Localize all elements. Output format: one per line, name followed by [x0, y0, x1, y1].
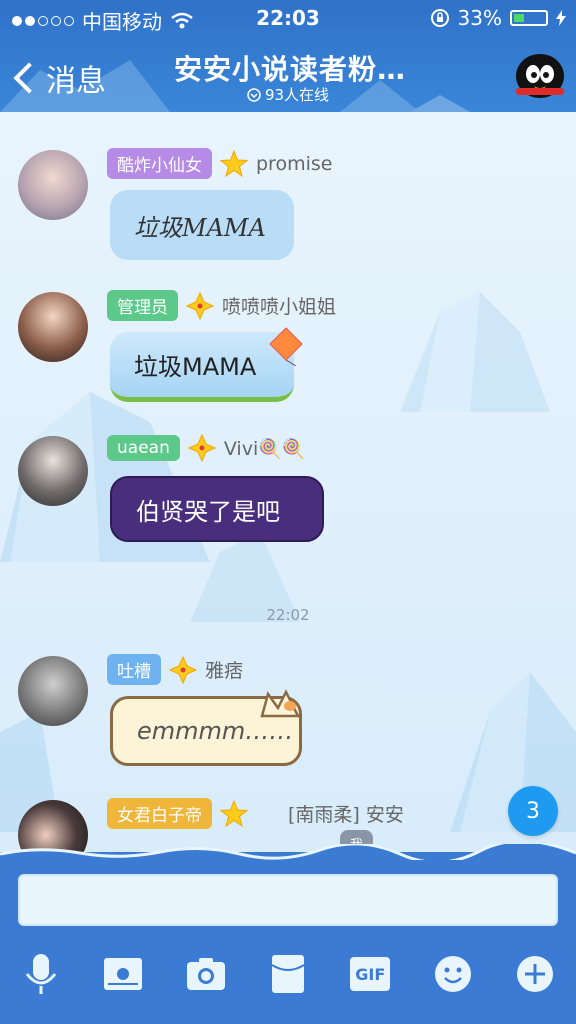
message-text: 伯贤哭了是吧 [136, 497, 280, 526]
avatar[interactable] [18, 656, 88, 726]
group-profile-penguin-icon[interactable] [512, 50, 568, 102]
gif-icon: GIF [350, 957, 391, 991]
status-bar: 中国移动 22:03 33% [0, 6, 576, 34]
battery-percent: 33% [457, 6, 502, 30]
member-title-badge: 酷炸小仙女 [107, 148, 212, 179]
message-input[interactable] [18, 874, 558, 926]
message-item: 吐槽 雅痞 emmmm…… [0, 654, 576, 784]
message-bubble[interactable]: 垃圾MAMA [110, 190, 294, 260]
sender-name[interactable]: promise [256, 153, 332, 175]
message-meta: 吐槽 雅痞 [107, 654, 243, 685]
star-level-icon [220, 799, 248, 827]
rotation-lock-icon [430, 9, 449, 27]
message-meta: uaean Vivi🍭🍭 [107, 434, 306, 462]
input-panel: GIF [0, 844, 576, 1024]
sender-name[interactable]: Vivi🍭🍭 [224, 437, 306, 460]
diamond-level-icon [169, 655, 197, 684]
message-text: 垃圾MAMA [134, 353, 257, 381]
message-meta: 酷炸小仙女 promise [107, 148, 332, 179]
message-item: uaean Vivi🍭🍭 伯贤哭了是吧 [0, 434, 576, 554]
chevron-down-circle-icon [247, 87, 261, 102]
battery-icon [510, 10, 548, 26]
charging-bolt-icon [556, 10, 566, 26]
cat-ears-icon [260, 689, 301, 718]
camera-icon [186, 958, 225, 990]
message-text: emmmm…… [137, 717, 294, 745]
member-title-badge: 管理员 [107, 290, 178, 321]
photo-icon [104, 958, 143, 990]
message-text: 垃圾MAMA [134, 213, 266, 242]
camera-button[interactable] [184, 952, 228, 996]
kite-icon [269, 327, 303, 366]
sender-name[interactable]: 喷喷喷小姐姐 [222, 292, 336, 319]
message-meta: 女君白子帝 [南雨柔] 安安 [107, 798, 404, 829]
toolbar: GIF [0, 952, 576, 996]
member-title-badge: uaean [107, 435, 180, 461]
red-packet-button[interactable] [266, 952, 310, 996]
member-title-badge: 吐槽 [107, 654, 161, 685]
microphone-icon [25, 954, 57, 994]
snow-edge-decoration [0, 844, 576, 860]
avatar[interactable] [18, 150, 88, 220]
diamond-level-icon [186, 291, 214, 320]
member-title-badge: 女君白子帝 [107, 798, 212, 829]
group-title[interactable]: 安安小说读者粉… [120, 48, 460, 88]
avatar[interactable] [18, 436, 88, 506]
unread-count-badge[interactable]: 3 [508, 786, 558, 836]
voice-button[interactable] [19, 952, 63, 996]
photo-button[interactable] [101, 952, 145, 996]
sender-name[interactable]: 雅痞 [205, 656, 243, 683]
gif-button[interactable]: GIF [348, 952, 392, 996]
star-level-icon [220, 149, 248, 177]
message-item: 管理员 喷喷喷小姐姐 垃圾MAMA [0, 290, 576, 410]
online-count-label: 93人在线 [264, 86, 330, 104]
emoji-button[interactable] [431, 952, 475, 996]
message-meta: 管理员 喷喷喷小姐姐 [107, 290, 336, 321]
message-timestamp: 22:02 [266, 606, 310, 624]
emoji-icon [434, 956, 471, 992]
sender-name[interactable]: [南雨柔] 安安 [288, 800, 404, 827]
diamond-level-icon [187, 434, 216, 462]
online-count[interactable]: 93人在线 [0, 84, 576, 105]
more-button[interactable] [513, 952, 557, 996]
message-bubble[interactable]: 伯贤哭了是吧 [110, 476, 324, 542]
top-bar: 中国移动 22:03 33% 消息 安安小说读者粉… 93人在线 [0, 0, 576, 112]
red-packet-icon [271, 955, 305, 993]
plus-icon [516, 956, 553, 992]
avatar[interactable] [18, 292, 88, 362]
chat-area[interactable]: 酷炸小仙女 promise 垃圾MAMA 管理员 喷喷喷小姐姐 垃圾MAMA u… [0, 112, 576, 852]
message-item: 酷炸小仙女 promise 垃圾MAMA [0, 148, 576, 268]
